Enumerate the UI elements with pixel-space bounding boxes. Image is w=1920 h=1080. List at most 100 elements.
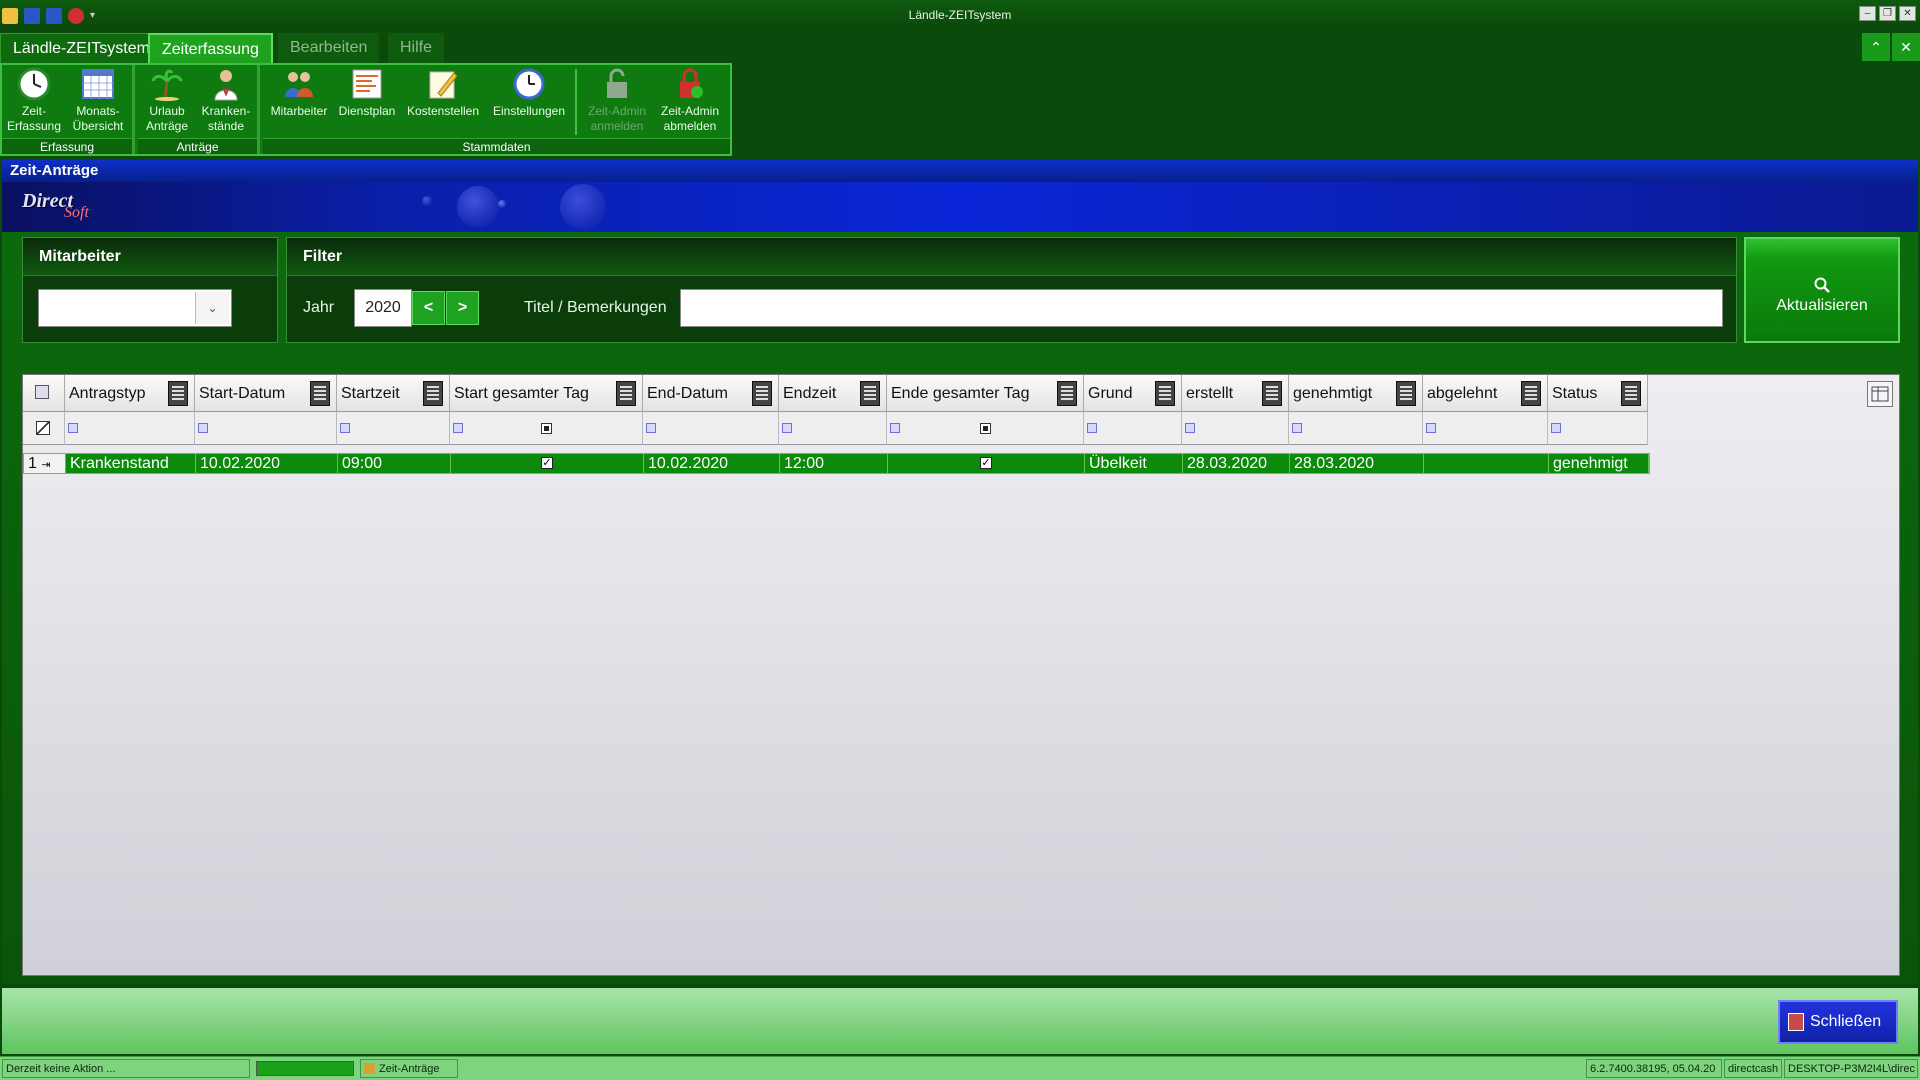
filter-cell[interactable] xyxy=(65,412,195,445)
cell-start-datum[interactable]: 10.02.2020 xyxy=(196,454,338,473)
filter-operator-icon[interactable] xyxy=(68,423,78,433)
tab-app-menu[interactable]: Ländle-ZEITsystem xyxy=(0,33,163,63)
zeit-admin-abmelden-button[interactable]: Zeit-Admin abmelden xyxy=(655,67,725,134)
column-header-grund[interactable]: Grund xyxy=(1084,375,1182,412)
zeit-erfassung-button[interactable]: Zeit- Erfassung xyxy=(6,67,62,134)
filter-operator-icon[interactable] xyxy=(1426,423,1436,433)
cell-grund[interactable]: Übelkeit xyxy=(1085,454,1183,473)
calculator-icon[interactable] xyxy=(423,381,443,406)
collapse-ribbon-icon[interactable]: ⌃ xyxy=(1862,33,1890,61)
filter-operator-icon[interactable] xyxy=(198,423,208,433)
filter-cell[interactable] xyxy=(1423,412,1548,445)
checked-checkbox[interactable]: ✓ xyxy=(541,457,553,469)
column-header-status[interactable]: Status xyxy=(1548,375,1648,412)
filter-operator-icon[interactable] xyxy=(453,423,463,433)
calculator-icon[interactable] xyxy=(168,381,188,406)
previous-year-button[interactable]: < xyxy=(412,291,445,325)
exit-door-icon xyxy=(1788,1013,1804,1031)
tab-hilfe[interactable]: Hilfe xyxy=(388,33,445,63)
close-window-button[interactable]: ✕ xyxy=(1899,6,1916,21)
filter-cell[interactable] xyxy=(337,412,450,445)
column-header-erstellt[interactable]: erstellt xyxy=(1182,375,1289,412)
filter-operator-icon[interactable] xyxy=(1185,423,1195,433)
dienstplan-button[interactable]: Dienstplan xyxy=(335,67,399,119)
cell-endzeit[interactable]: 12:00 xyxy=(780,454,888,473)
clear-filter-icon[interactable] xyxy=(23,412,65,445)
filter-operator-icon[interactable] xyxy=(1292,423,1302,433)
calculator-icon[interactable] xyxy=(616,381,636,406)
checked-checkbox[interactable]: ✓ xyxy=(980,457,992,469)
filter-cell[interactable] xyxy=(779,412,887,445)
close-document-icon[interactable]: ✕ xyxy=(1892,33,1920,61)
tab-bearbeiten[interactable]: Bearbeiten xyxy=(278,33,380,63)
decorative-orb xyxy=(498,200,506,208)
title-remarks-input[interactable] xyxy=(680,289,1723,327)
chevron-down-icon[interactable]: ⌄ xyxy=(195,292,229,324)
filter-operator-icon[interactable] xyxy=(782,423,792,433)
calculator-icon[interactable] xyxy=(1057,381,1077,406)
filter-cell[interactable] xyxy=(1182,412,1289,445)
calculator-icon[interactable] xyxy=(1521,381,1541,406)
cell-end-datum[interactable]: 10.02.2020 xyxy=(644,454,780,473)
monats-uebersicht-button[interactable]: Monats- Übersicht xyxy=(68,67,128,134)
column-chooser-icon[interactable] xyxy=(23,375,65,412)
cell-start-gesamter-tag[interactable]: ✓ xyxy=(451,454,644,473)
mitarbeiter-combobox[interactable]: ⌄ xyxy=(38,289,232,327)
cell-status[interactable]: genehmigt xyxy=(1549,454,1649,473)
filter-cell[interactable] xyxy=(1084,412,1182,445)
cell-startzeit[interactable]: 09:00 xyxy=(338,454,451,473)
column-header-genehmtigt[interactable]: genehmtigt xyxy=(1289,375,1423,412)
column-header-startzeit[interactable]: Startzeit xyxy=(337,375,450,412)
filter-operator-icon[interactable] xyxy=(646,423,656,433)
mitarbeiter-button[interactable]: Mitarbeiter xyxy=(267,67,331,119)
filter-cell[interactable] xyxy=(450,412,643,445)
grid-layout-icon[interactable] xyxy=(1867,381,1893,407)
zeit-admin-anmelden-button[interactable]: Zeit-Admin anmelden xyxy=(583,67,651,134)
filter-cell[interactable] xyxy=(1548,412,1648,445)
title-bar: ▾ Ländle-ZEITsystem – ❐ ✕ xyxy=(0,0,1920,31)
calculator-icon[interactable] xyxy=(1155,381,1175,406)
column-header-start-gesamter-tag[interactable]: Start gesamter Tag xyxy=(450,375,643,412)
filter-operator-icon[interactable] xyxy=(1087,423,1097,433)
status-active-window[interactable]: Zeit-Anträge xyxy=(360,1059,458,1078)
calculator-icon[interactable] xyxy=(752,381,772,406)
cell-ende-gesamter-tag[interactable]: ✓ xyxy=(888,454,1085,473)
filter-operator-icon[interactable] xyxy=(890,423,900,433)
column-header-ende-gesamter-tag[interactable]: Ende gesamter Tag xyxy=(887,375,1084,412)
urlaub-antraege-button[interactable]: Urlaub Anträge xyxy=(142,67,192,134)
kostenstellen-button[interactable]: Kostenstellen xyxy=(405,67,481,119)
row-number[interactable]: 1 ⇥ xyxy=(24,454,66,473)
einstellungen-button[interactable]: Einstellungen xyxy=(491,67,567,119)
calculator-icon[interactable] xyxy=(860,381,880,406)
restore-button[interactable]: ❐ xyxy=(1879,6,1896,21)
column-header-start-datum[interactable]: Start-Datum xyxy=(195,375,337,412)
next-year-button[interactable]: > xyxy=(446,291,479,325)
cell-abgelehnt[interactable] xyxy=(1424,454,1549,473)
calculator-icon[interactable] xyxy=(1396,381,1416,406)
filter-operator-icon[interactable] xyxy=(340,423,350,433)
filter-cell[interactable] xyxy=(887,412,1084,445)
schliessen-button[interactable]: Schließen xyxy=(1778,1000,1898,1044)
cell-genehmtigt[interactable]: 28.03.2020 xyxy=(1290,454,1424,473)
filter-cell[interactable] xyxy=(643,412,779,445)
filter-cell[interactable] xyxy=(1289,412,1423,445)
column-header-endzeit[interactable]: Endzeit xyxy=(779,375,887,412)
calculator-icon[interactable] xyxy=(1621,381,1641,406)
aktualisieren-button[interactable]: Aktualisieren xyxy=(1744,237,1900,343)
tab-zeiterfassung[interactable]: Zeiterfassung xyxy=(148,33,273,63)
column-header-antragstyp[interactable]: Antragstyp xyxy=(65,375,195,412)
filter-checkbox[interactable] xyxy=(980,423,991,434)
cell-antragstyp[interactable]: Krankenstand xyxy=(66,454,196,473)
krankenstaende-button[interactable]: Kranken- stände xyxy=(198,67,254,134)
filter-cell[interactable] xyxy=(195,412,337,445)
calculator-icon[interactable] xyxy=(1262,381,1282,406)
table-row[interactable]: 1 ⇥ Krankenstand 10.02.2020 09:00 ✓ 10.0… xyxy=(23,453,1650,474)
filter-checkbox[interactable] xyxy=(541,423,552,434)
calculator-icon[interactable] xyxy=(310,381,330,406)
minimize-button[interactable]: – xyxy=(1859,6,1876,21)
year-input[interactable]: 2020 xyxy=(354,289,412,327)
cell-erstellt[interactable]: 28.03.2020 xyxy=(1183,454,1290,473)
filter-operator-icon[interactable] xyxy=(1551,423,1561,433)
column-header-end-datum[interactable]: End-Datum xyxy=(643,375,779,412)
column-header-abgelehnt[interactable]: abgelehnt xyxy=(1423,375,1548,412)
